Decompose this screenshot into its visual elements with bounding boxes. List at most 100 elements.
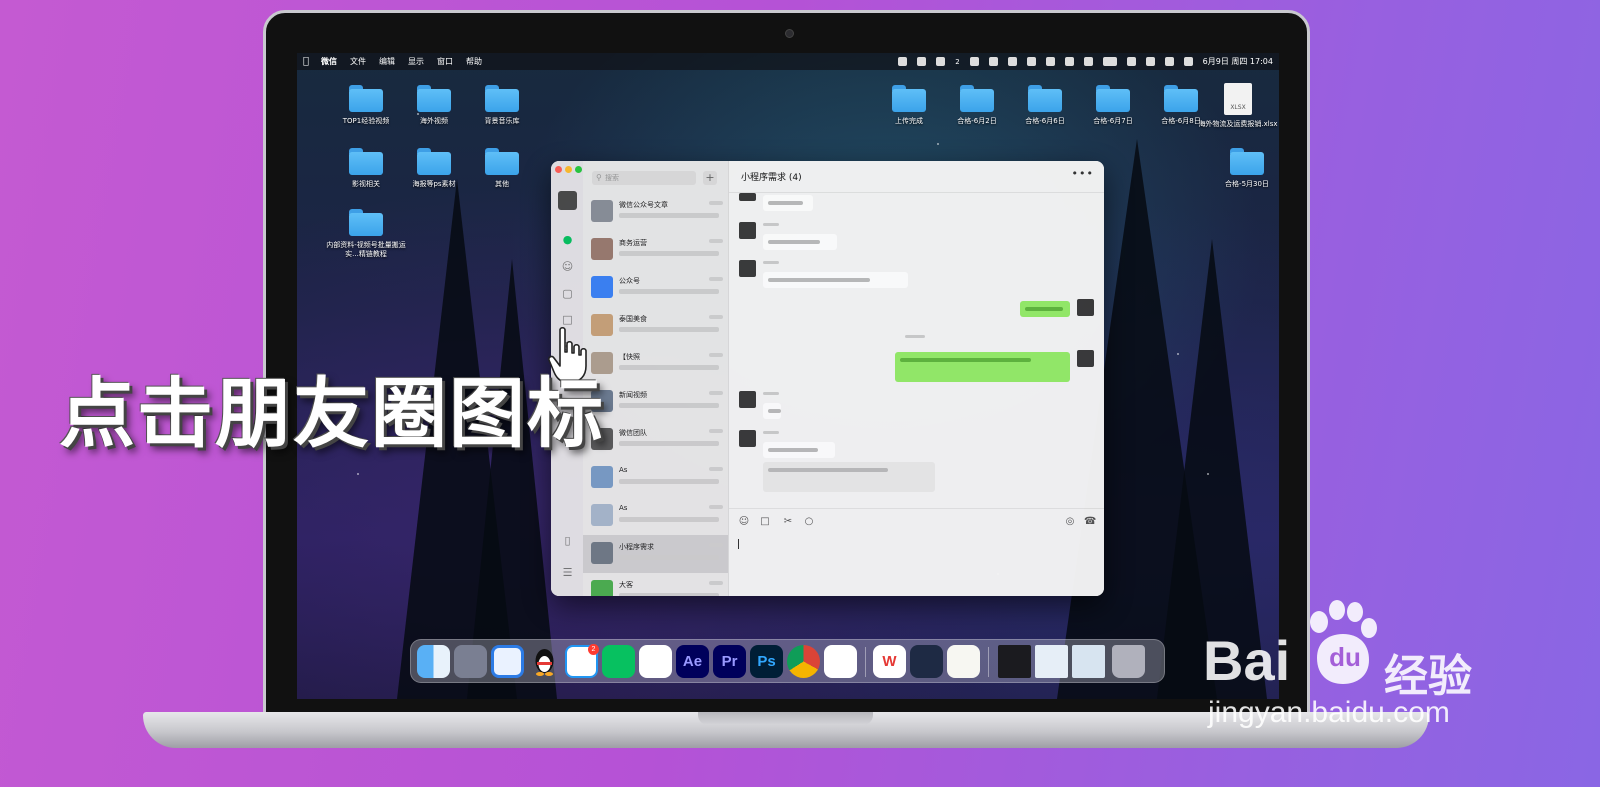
desktop-file-xlsx[interactable]: 海外物流及运费报销.xlsx	[1197, 83, 1279, 129]
wifi-icon[interactable]	[1126, 57, 1136, 66]
menu-bar:  微信 文件 编辑 显示 窗口 帮助 2	[297, 53, 1279, 70]
list-item[interactable]: 泰国美食	[583, 307, 728, 345]
record-icon[interactable]	[898, 57, 908, 66]
desktop-file-label: 海外物流及运费报销.xlsx	[1198, 120, 1278, 128]
wechat-icon[interactable]	[602, 645, 635, 678]
scissors-icon[interactable]: ✂	[782, 516, 794, 528]
list-item[interactable]: 商务运营	[583, 231, 728, 269]
launchpad-icon[interactable]	[454, 645, 487, 678]
search-input[interactable]: ⚲ 搜索	[592, 171, 696, 185]
desktop-folder[interactable]: 合格-5月30日	[1205, 148, 1279, 189]
folder-icon	[349, 209, 383, 236]
conversation-time	[709, 353, 723, 357]
add-button[interactable]: +	[703, 171, 717, 185]
camera-tray-icon[interactable]	[1026, 57, 1036, 66]
menu-icon[interactable]: ☰	[561, 566, 574, 579]
folder-icon	[417, 85, 451, 112]
camera-icon	[785, 29, 794, 38]
desktop-folder[interactable]: 其他	[460, 148, 544, 189]
conversation-title: 公众号	[619, 277, 640, 285]
search-placeholder: 搜索	[605, 174, 619, 182]
message-input-caret[interactable]	[738, 539, 739, 549]
avatar[interactable]	[558, 191, 577, 210]
siri-icon[interactable]	[1183, 57, 1193, 66]
conversation-title: 大客	[619, 581, 633, 589]
emoji-icon[interactable]: ☺	[738, 516, 750, 528]
menu-view[interactable]: 显示	[408, 56, 424, 67]
upload-icon[interactable]	[988, 57, 998, 66]
list-item[interactable]: 微信公众号文章	[583, 193, 728, 231]
chrome-icon[interactable]	[787, 645, 820, 678]
list-item-selected[interactable]: 小程序需求	[583, 535, 728, 573]
conversation-time	[709, 391, 723, 395]
recent-window-thumbnail[interactable]	[1035, 645, 1068, 678]
conversation-preview	[619, 327, 719, 332]
conversation-preview	[619, 403, 719, 408]
lark-icon[interactable]	[639, 645, 672, 678]
desktop-folder-label: 背景音乐库	[484, 117, 520, 125]
premiere-icon[interactable]: Pr	[713, 645, 746, 678]
notes-icon[interactable]	[947, 645, 980, 678]
conversation-title: As	[619, 504, 628, 512]
menu-window[interactable]: 窗口	[437, 56, 453, 67]
tutorial-caption: 点击朋友圈图标	[59, 369, 605, 458]
qq-icon[interactable]	[528, 645, 561, 678]
messages-icon[interactable]: 2	[565, 644, 599, 678]
sender-name	[763, 431, 779, 434]
avatar	[739, 193, 756, 201]
recent-window-thumbnail[interactable]	[998, 645, 1031, 678]
after-effects-icon[interactable]: Ae	[676, 645, 709, 678]
phone-icon[interactable]: ▯	[561, 534, 574, 547]
minimize-window-button[interactable]	[565, 166, 572, 173]
avatar	[591, 466, 613, 488]
list-item[interactable]: As	[583, 459, 728, 497]
wechat-tray-icon[interactable]	[969, 57, 979, 66]
cloud-icon[interactable]	[936, 57, 946, 66]
desktop-folder[interactable]: 内部资料-视频号批量搬运实...精链教程	[324, 209, 408, 259]
live-icon[interactable]: ◎	[1064, 516, 1076, 528]
trash-icon[interactable]	[1112, 645, 1145, 678]
note-icon[interactable]	[1045, 57, 1055, 66]
favorites-cube-icon[interactable]: ▢	[561, 287, 574, 300]
control-center-icon[interactable]	[1145, 57, 1155, 66]
search-icon[interactable]	[1164, 57, 1174, 66]
chat-history-icon[interactable]: ○	[803, 516, 815, 528]
message-bubble-incoming	[763, 195, 813, 211]
screen-icon[interactable]	[917, 57, 927, 66]
folder-icon[interactable]: □	[759, 516, 771, 528]
apple-icon[interactable]: 	[303, 56, 309, 67]
message-bubble-incoming	[763, 403, 781, 419]
folder-icon[interactable]: □	[561, 313, 574, 326]
baidu-paw-icon: du	[1303, 600, 1381, 688]
contacts-icon[interactable]: ☺	[561, 260, 574, 273]
list-item[interactable]: 公众号	[583, 269, 728, 307]
safari-icon[interactable]	[491, 645, 524, 678]
menu-file[interactable]: 文件	[350, 56, 366, 67]
conversation-preview	[619, 289, 719, 294]
conversation-preview	[619, 213, 719, 218]
close-window-button[interactable]	[555, 166, 562, 173]
battery-icon[interactable]	[1102, 57, 1117, 66]
chat-bubble-icon[interactable]: ●	[561, 233, 574, 246]
baidu-netdisk-icon[interactable]	[824, 645, 857, 678]
menu-app-name[interactable]: 微信	[321, 56, 337, 67]
bluetooth-icon[interactable]	[1083, 57, 1093, 66]
call-icon[interactable]: ☎	[1084, 516, 1096, 528]
shield-icon[interactable]	[1007, 57, 1017, 66]
wps-icon[interactable]: W	[873, 645, 906, 678]
play-icon[interactable]	[1064, 57, 1074, 66]
menu-edit[interactable]: 编辑	[379, 56, 395, 67]
menu-help[interactable]: 帮助	[466, 56, 482, 67]
photoshop-icon[interactable]: Ps	[750, 645, 783, 678]
video-player-icon[interactable]	[910, 645, 943, 678]
list-item[interactable]: 大客	[583, 573, 728, 596]
watermark-url: jingyan.baidu.com	[1208, 696, 1450, 729]
finder-icon[interactable]	[417, 645, 450, 678]
zoom-window-button[interactable]	[575, 166, 582, 173]
menu-datetime[interactable]: 6月9日 周四 17:04	[1203, 56, 1273, 67]
list-item[interactable]: As	[583, 497, 728, 535]
divider	[729, 192, 1104, 193]
desktop-folder[interactable]: 背景音乐库	[460, 85, 544, 126]
recent-window-thumbnail[interactable]	[1072, 645, 1105, 678]
more-icon[interactable]: •••	[1072, 167, 1094, 180]
